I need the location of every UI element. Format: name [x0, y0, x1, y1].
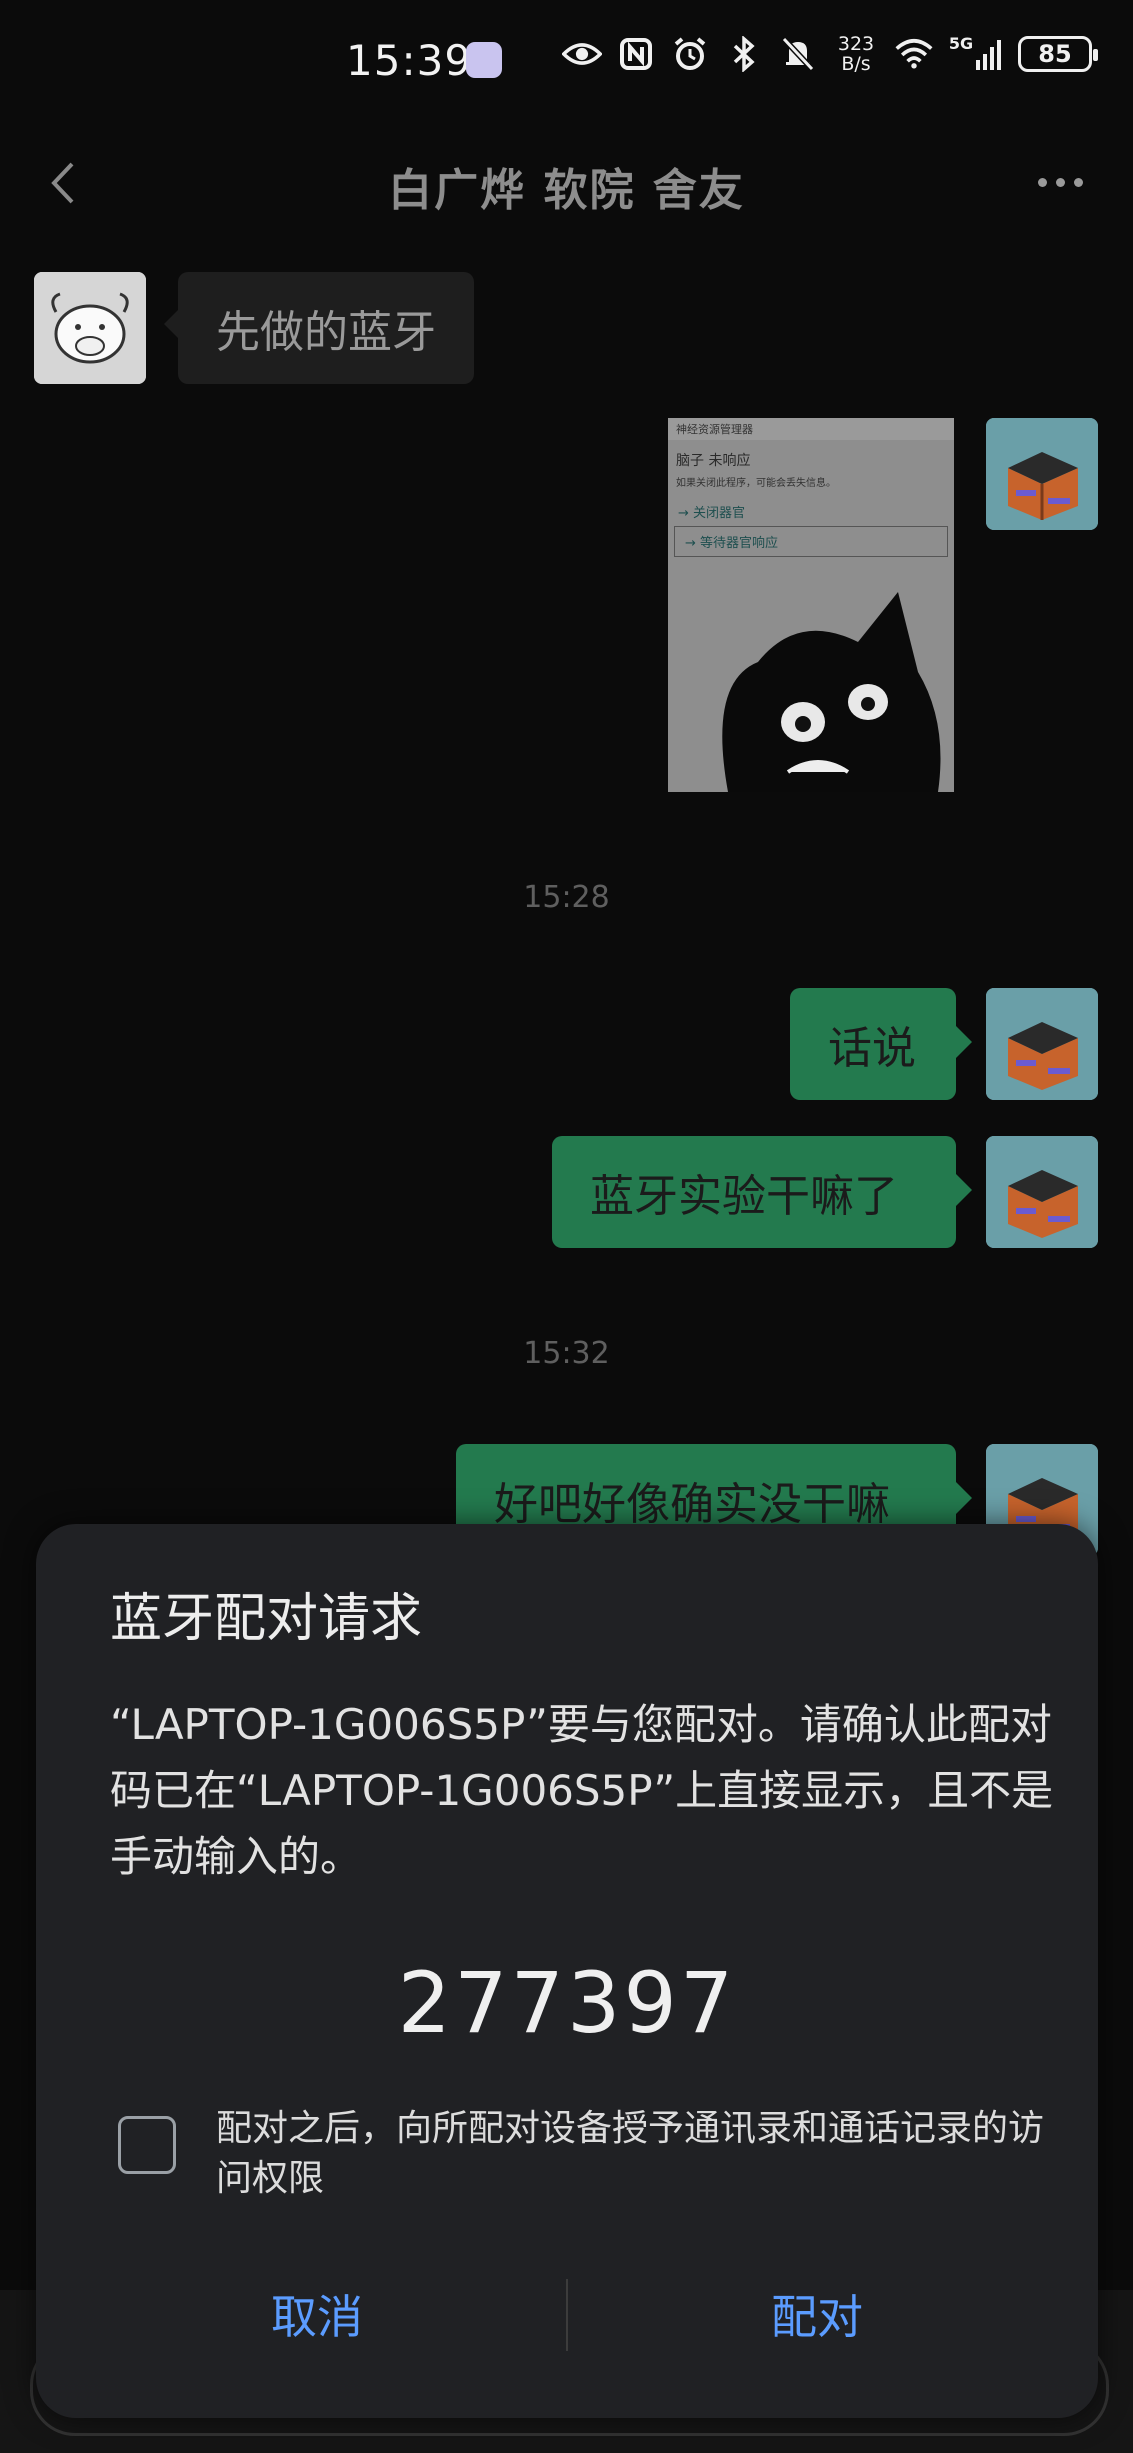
timestamp: 15:32	[523, 1336, 610, 1371]
app-notification-icon	[466, 42, 502, 78]
network-type: 5G	[948, 34, 974, 53]
chat-title: 白广烨 软院 舍友	[388, 165, 745, 216]
image-message[interactable]: 神经资源管理器 脑子 未响应 如果关闭此程序，可能会丢失信息。 → 关闭器官 →…	[668, 418, 954, 792]
alarm-icon	[670, 34, 710, 74]
my-avatar[interactable]	[986, 988, 1098, 1100]
image-subtext: 如果关闭此程序，可能会丢失信息。	[676, 478, 836, 489]
nfc-icon	[616, 34, 656, 74]
bluetooth-pairing-dialog: 蓝牙配对请求 “LAPTOP-1G006S5P”要与您配对。请确认此配对码已在“…	[36, 1524, 1098, 2418]
cancel-button[interactable]: 取消	[67, 2264, 567, 2364]
dialog-title: 蓝牙配对请求	[110, 1589, 423, 1649]
chat-header: 白广烨 软院 舍友	[0, 124, 1133, 244]
status-icons: 323 B/s 5G 85	[562, 34, 1098, 74]
net-speed: 323 B/s	[832, 34, 880, 74]
pairing-code: 277397	[397, 1954, 737, 2052]
wifi-icon	[894, 34, 934, 74]
checkbox-label[interactable]: 配对之后，向所配对设备授予通讯录和通话记录的访问权限	[216, 2104, 1076, 2204]
status-time: 15:39	[346, 36, 473, 85]
my-avatar[interactable]	[986, 418, 1098, 530]
outgoing-message[interactable]: 话说	[790, 988, 972, 1100]
image-window-title: 神经资源管理器	[668, 418, 954, 440]
contacts-access-checkbox[interactable]	[118, 2116, 176, 2174]
cat-sticker-image	[722, 592, 941, 792]
signal-icon: 5G	[948, 34, 1004, 74]
mute-icon	[778, 34, 818, 74]
timestamp: 15:28	[523, 880, 610, 915]
incoming-message[interactable]: 先做的蓝牙	[164, 272, 474, 384]
pair-button[interactable]: 配对	[567, 2264, 1067, 2364]
image-heading: 脑子 未响应	[676, 453, 751, 469]
contact-avatar[interactable]	[34, 272, 146, 384]
battery-icon: 85	[1018, 36, 1098, 72]
eye-icon	[562, 34, 602, 74]
battery-level: 85	[1038, 40, 1072, 68]
status-bar: 15:39 323 B/s 5G 85	[0, 0, 1133, 124]
net-speed-unit: B/s	[841, 53, 871, 75]
dialog-message: “LAPTOP-1G006S5P”要与您配对。请确认此配对码已在“LAPTOP-…	[110, 1700, 1054, 1881]
image-option-close: → 关闭器官	[678, 506, 746, 521]
more-dots-icon[interactable]	[1038, 178, 1083, 187]
my-avatar[interactable]	[986, 1136, 1098, 1248]
outgoing-message[interactable]: 蓝牙实验干嘛了	[552, 1136, 972, 1248]
bluetooth-icon	[724, 34, 764, 74]
net-speed-value: 323	[837, 33, 875, 55]
